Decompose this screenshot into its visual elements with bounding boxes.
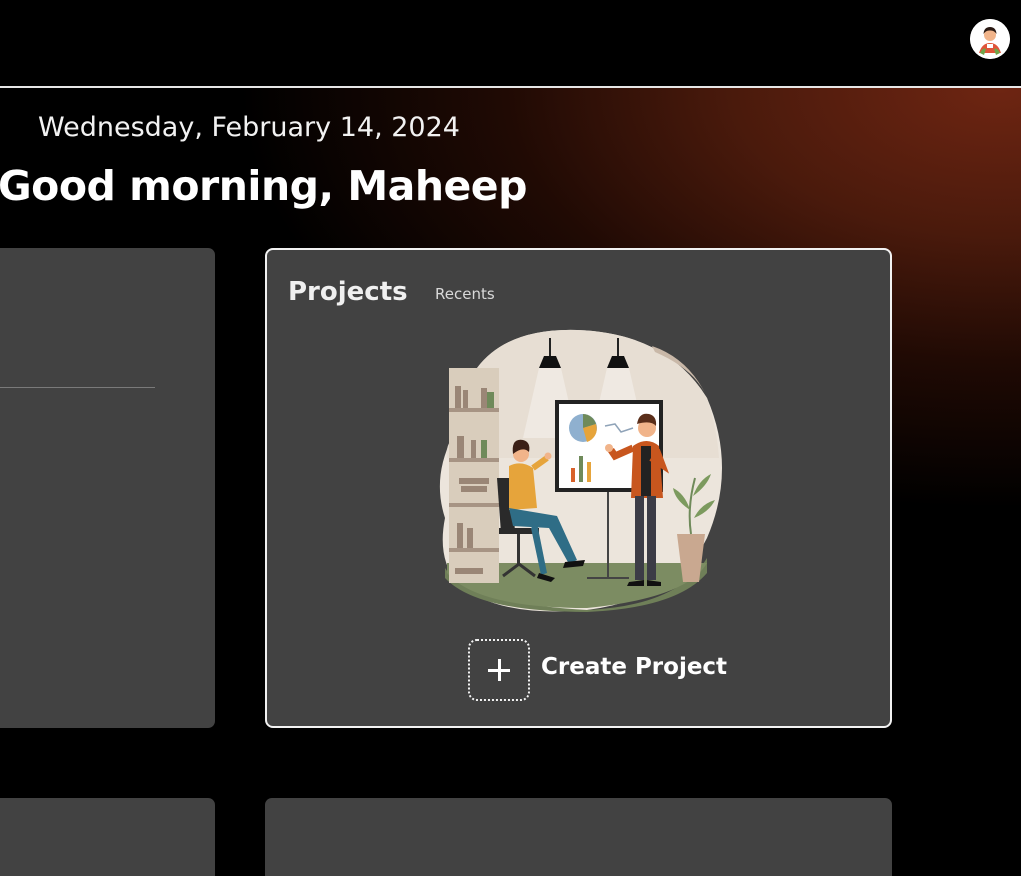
projects-title: Projects — [288, 277, 408, 307]
create-project-label[interactable]: Create Project — [541, 654, 727, 680]
greeting-heading: Good morning, Maheep — [0, 162, 527, 210]
presentation-illustration — [439, 329, 722, 612]
bottom-right-card — [265, 798, 892, 876]
create-project-button[interactable] — [468, 639, 530, 701]
left-card — [0, 248, 215, 728]
plus-icon — [498, 659, 501, 681]
user-avatar[interactable] — [970, 19, 1010, 59]
person-avatar-icon — [970, 19, 1010, 59]
bottom-left-card — [0, 798, 215, 876]
current-date: Wednesday, February 14, 2024 — [38, 112, 460, 143]
recents-tab[interactable]: Recents — [435, 285, 495, 303]
main-area: Wednesday, February 14, 2024 Good mornin… — [0, 88, 1021, 876]
top-bar — [0, 0, 1021, 88]
projects-card: Projects Recents Create Project — [265, 248, 892, 728]
divider — [0, 387, 155, 388]
